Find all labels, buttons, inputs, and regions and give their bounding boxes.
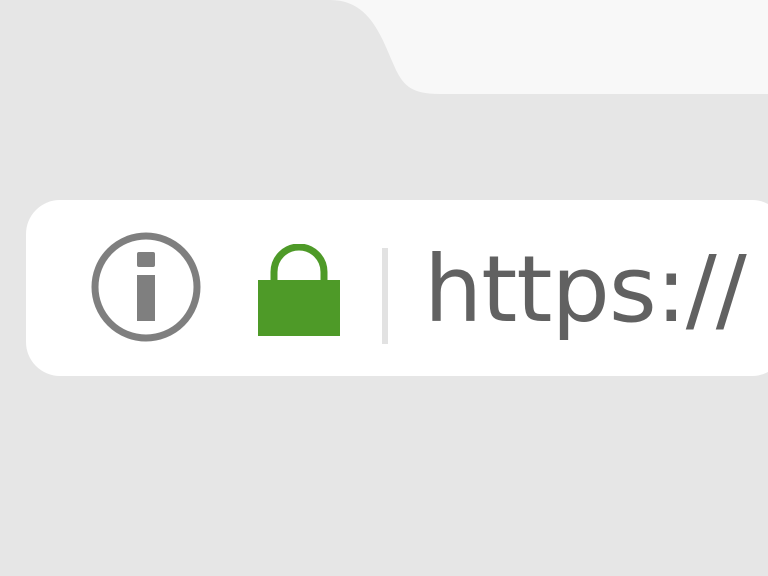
browser-tab[interactable] xyxy=(0,0,768,100)
lock-icon[interactable] xyxy=(258,244,340,336)
info-icon[interactable] xyxy=(90,231,202,343)
url-input[interactable]: https:// xyxy=(424,220,768,360)
address-divider xyxy=(382,248,388,344)
address-bar[interactable]: https:// xyxy=(26,200,768,376)
